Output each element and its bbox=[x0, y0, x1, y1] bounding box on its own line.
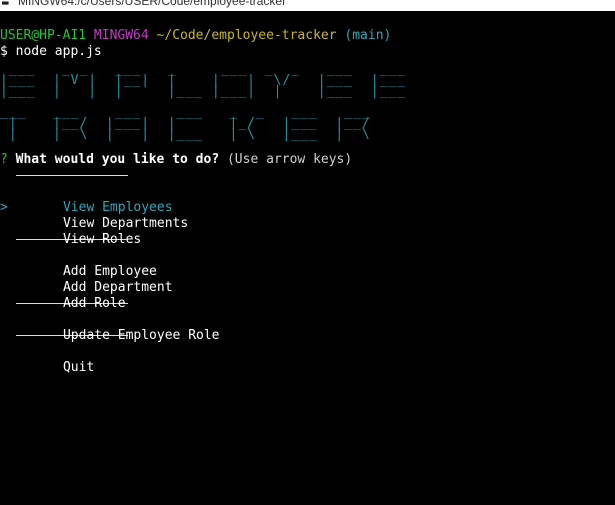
menu-item-update-employee-role[interactable]: Update Employee Role bbox=[0, 312, 615, 343]
menu-item-view-departments[interactable]: View Departments bbox=[0, 200, 615, 231]
menu-item-label: Update Employee Role bbox=[62, 328, 220, 343]
menu-item-add-employee[interactable]: Add Employee bbox=[0, 248, 615, 279]
menu-item-add-role[interactable]: Add Role bbox=[0, 280, 615, 311]
menu-item-view-employees[interactable]: > View Employees bbox=[0, 184, 615, 215]
prompt-user-host: USER@HP-AI1 bbox=[0, 28, 87, 43]
command-line: $ node app.js bbox=[0, 44, 615, 60]
question-line: ? What would you like to do? (Use arrow … bbox=[0, 152, 615, 168]
question-text: What would you like to do? bbox=[15, 152, 220, 167]
terminal-window: ▬ MINGW64:/c/Users/USER/Code/employee-tr… bbox=[0, 0, 615, 505]
banner-word-employee: ___ _ _ ___ _ ___ _ _ ___ ___ |___ | V |… bbox=[0, 62, 407, 99]
menu-item-add-department[interactable]: Add Department bbox=[0, 264, 615, 295]
window-title: MINGW64:/c/Users/USER/Code/employee-trac… bbox=[18, 0, 287, 8]
menu-item-view-roles[interactable]: View Roles bbox=[0, 216, 615, 247]
menu-item-label: View Roles bbox=[62, 232, 142, 247]
prompt-symbol: $ bbox=[0, 44, 8, 59]
shell-prompt-line: USER@HP-AI1 MINGW64 ~/Code/employee-trac… bbox=[0, 28, 615, 44]
prompt-system: MINGW64 bbox=[93, 28, 149, 43]
menu-separator bbox=[16, 175, 128, 176]
title-bar: ▬ MINGW64:/c/Users/USER/Code/employee-tr… bbox=[0, 0, 615, 11]
terminal-icon: ▬ bbox=[2, 0, 9, 9]
banner-word-tracker: ___ ___ ___ ___ _ _ ___ ___ | |__/ |___|… bbox=[0, 105, 371, 142]
prompt-path: ~/Code/employee-tracker bbox=[156, 28, 337, 43]
menu-item-label: Add Role bbox=[62, 296, 126, 311]
menu-item-label: Quit bbox=[62, 360, 95, 375]
prompt-branch: (main) bbox=[344, 28, 392, 43]
question-hint: (Use arrow keys) bbox=[226, 152, 353, 167]
command-text: node app.js bbox=[15, 44, 102, 59]
terminal-output[interactable]: USER@HP-AI1 MINGW64 ~/Code/employee-trac… bbox=[0, 28, 615, 375]
menu-item-quit[interactable]: Quit bbox=[0, 344, 615, 375]
question-mark: ? bbox=[0, 152, 8, 167]
